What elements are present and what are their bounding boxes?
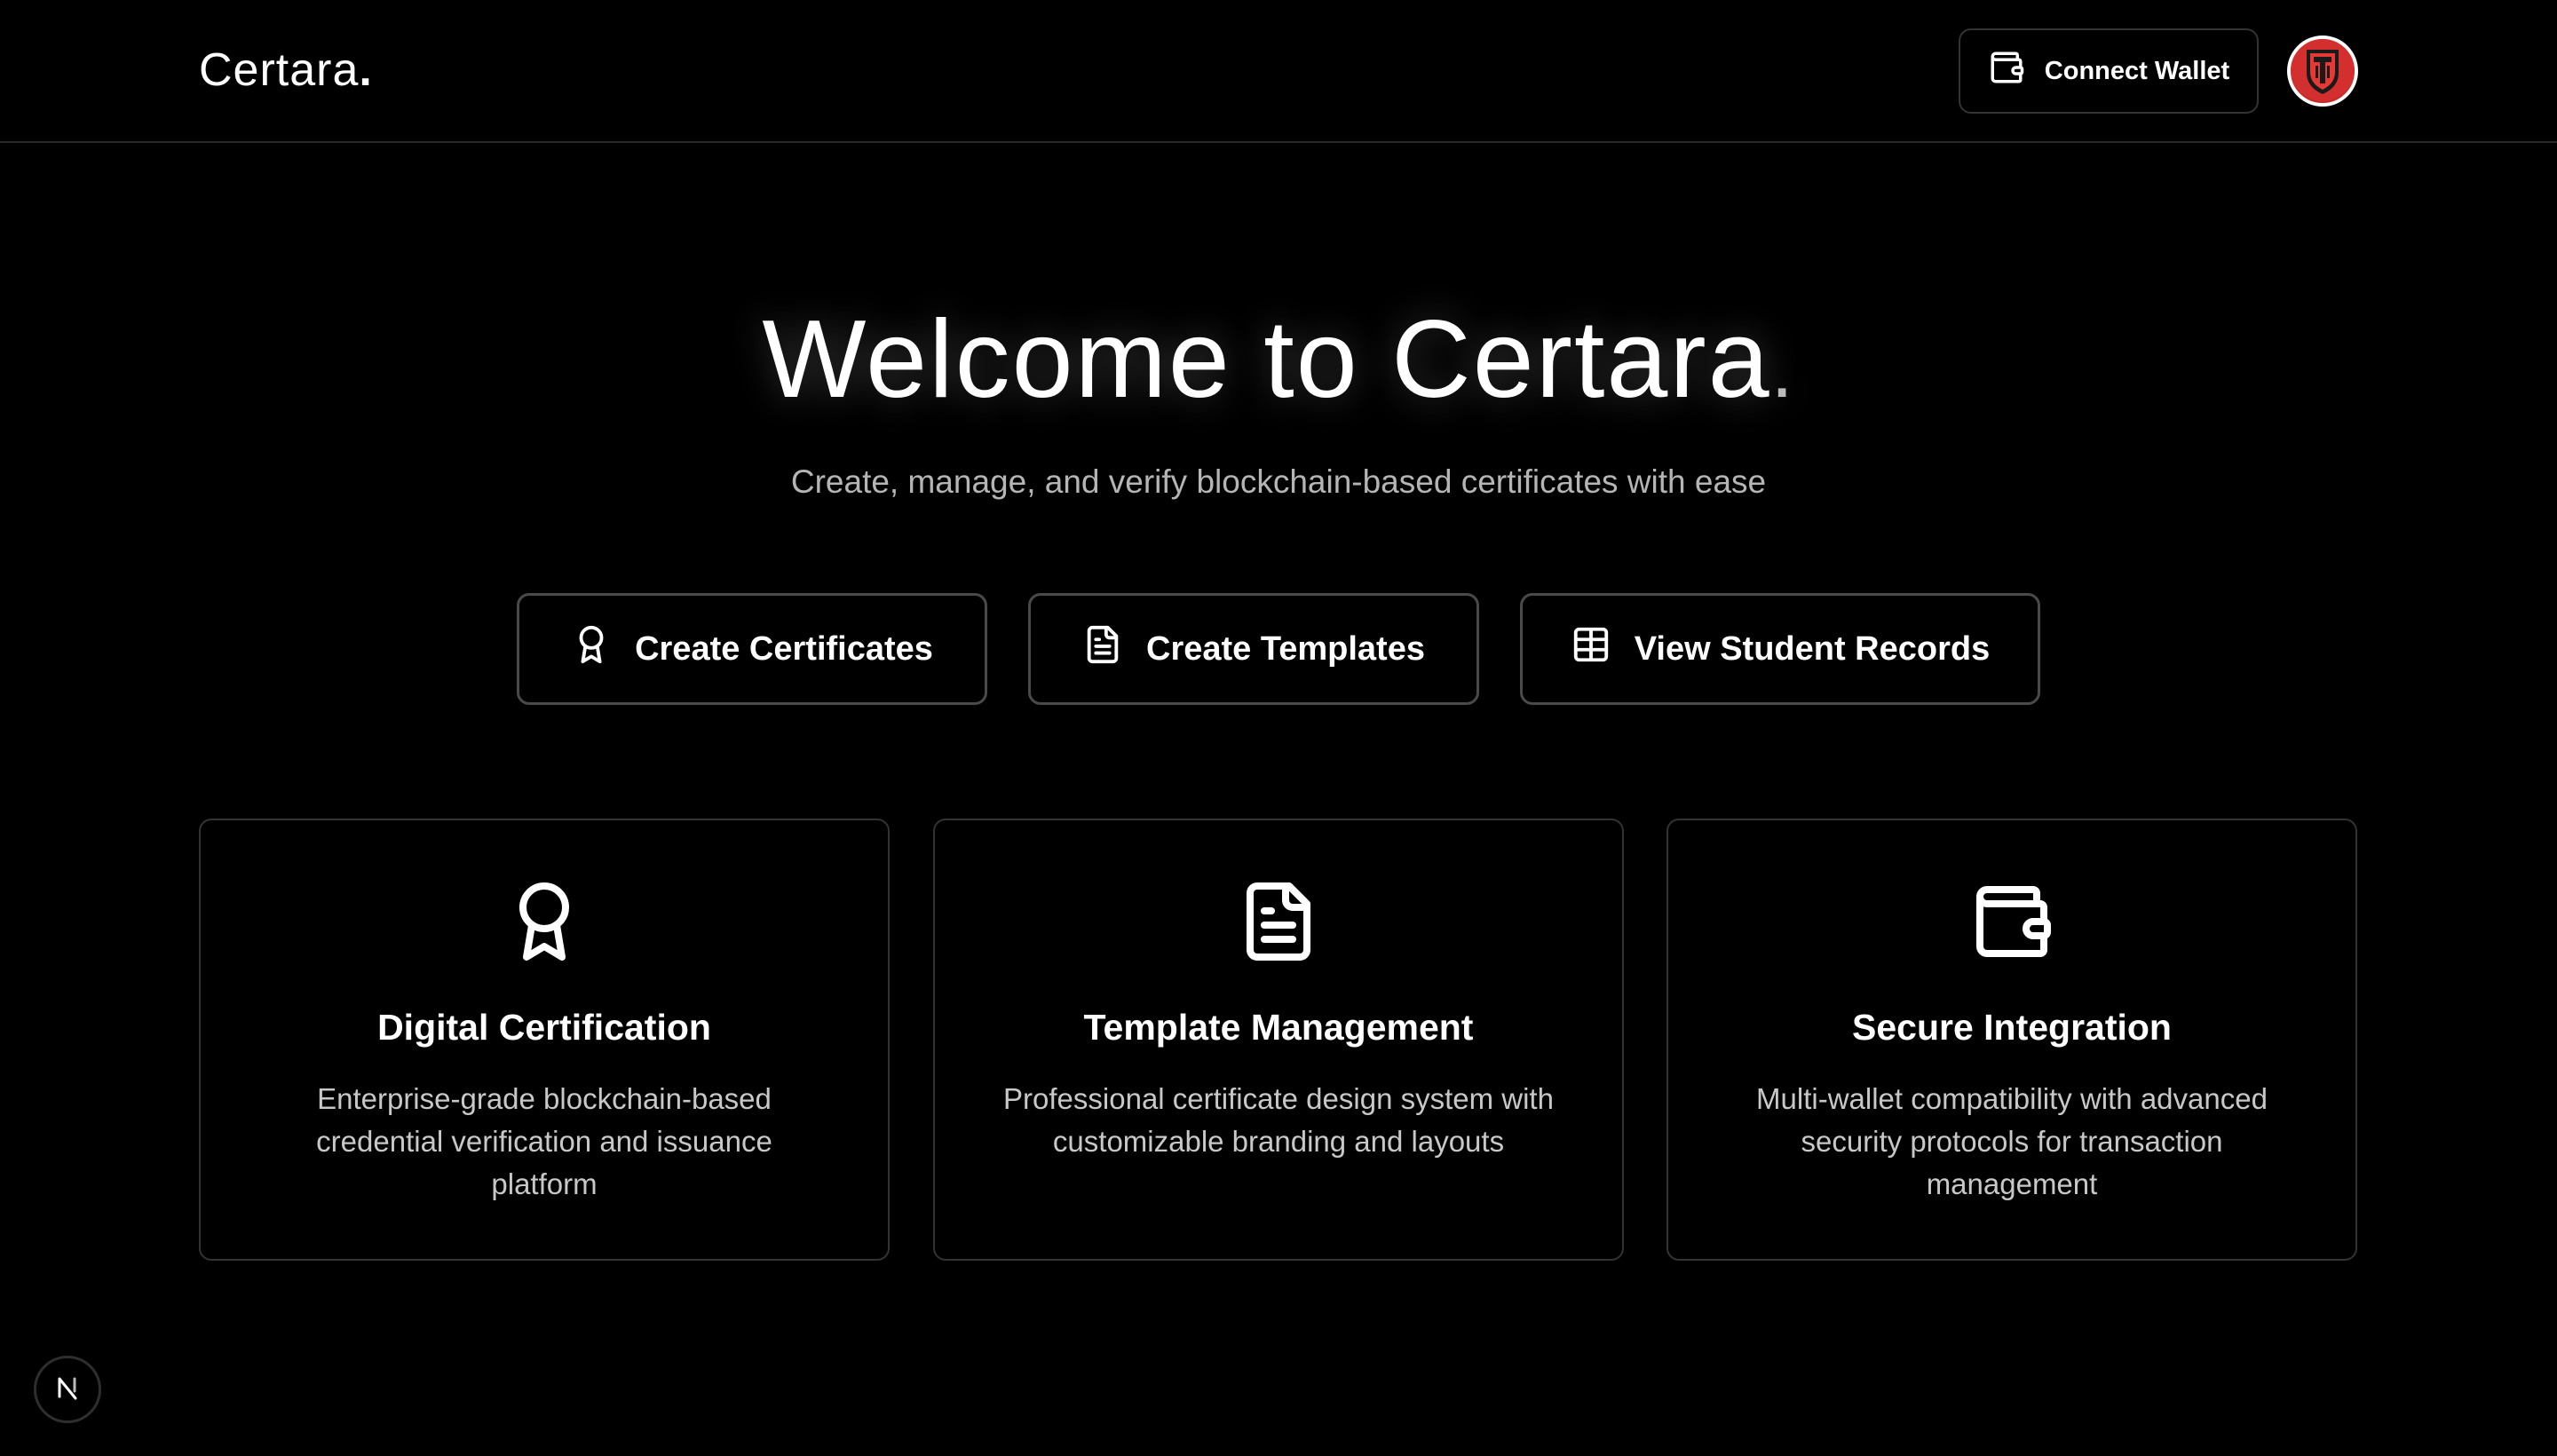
feature-card-title: Secure Integration — [1852, 1007, 2172, 1048]
file-text-icon — [1236, 879, 1321, 964]
wallet-icon — [1988, 49, 2025, 93]
brand-logo-text: Certara — [199, 44, 360, 96]
table-icon — [1571, 624, 1611, 674]
nextjs-logo-icon — [51, 1372, 83, 1408]
file-text-icon — [1082, 624, 1123, 674]
hero-title-text: Welcome to Certara — [762, 298, 1771, 421]
feature-card-template-management: Template Management Professional certifi… — [933, 819, 1624, 1261]
brand-logo-dot: . — [359, 44, 373, 96]
feature-card-title: Template Management — [1083, 1007, 1474, 1048]
award-icon — [502, 879, 587, 964]
create-certificates-button[interactable]: Create Certificates — [517, 593, 987, 705]
feature-card-description: Multi-wallet compatibility with advanced… — [1756, 1082, 2268, 1200]
feature-card-description: Professional certificate design system w… — [1003, 1082, 1554, 1158]
brand-logo[interactable]: Certara. — [199, 41, 373, 99]
feature-card-digital-certification: Digital Certification Enterprise-grade b… — [199, 819, 890, 1261]
view-student-records-label: View Student Records — [1634, 629, 1991, 668]
feature-card-description: Enterprise-grade blockchain-based creden… — [316, 1082, 772, 1200]
feature-card-secure-integration: Secure Integration Multi-wallet compatib… — [1666, 819, 2357, 1261]
page-title: Welcome to Certara. — [0, 293, 2557, 437]
helmet-shield-icon — [2291, 39, 2355, 103]
hero-title-dot: . — [1770, 326, 1795, 415]
connect-wallet-button[interactable]: Connect Wallet — [1959, 28, 2259, 114]
top-navbar: Certara. Connect Wallet — [0, 0, 2557, 143]
user-avatar[interactable] — [2287, 36, 2358, 107]
create-certificates-label: Create Certificates — [635, 629, 933, 668]
create-templates-label: Create Templates — [1146, 629, 1425, 668]
view-student-records-button[interactable]: View Student Records — [1520, 593, 2040, 705]
feature-card-title: Digital Certification — [377, 1007, 711, 1048]
create-templates-button[interactable]: Create Templates — [1028, 593, 1479, 705]
wallet-icon — [1969, 879, 2054, 964]
page-subtitle: Create, manage, and verify blockchain-ba… — [790, 463, 1767, 500]
nextjs-dev-tools-button[interactable] — [34, 1356, 101, 1423]
award-icon — [571, 624, 612, 674]
connect-wallet-label: Connect Wallet — [2044, 56, 2230, 85]
